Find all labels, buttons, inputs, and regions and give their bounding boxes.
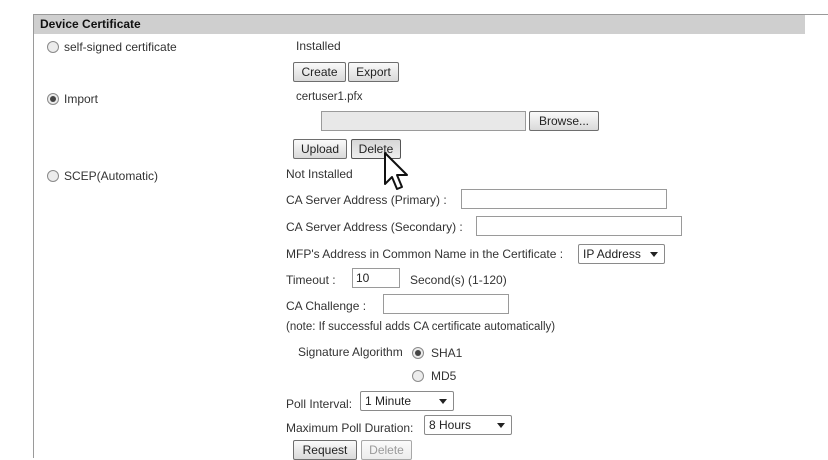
ca-challenge-input[interactable]: [383, 294, 509, 314]
request-button[interactable]: Request: [293, 440, 357, 460]
md5-radio[interactable]: [412, 370, 424, 382]
import-radio[interactable]: [47, 93, 59, 105]
poll-interval-label: Poll Interval:: [286, 397, 353, 411]
self-signed-label: self-signed certificate: [64, 40, 177, 54]
import-filename: certuser1.pfx: [296, 91, 363, 103]
max-poll-duration-select[interactable]: 8 Hours: [424, 415, 512, 435]
mouse-cursor-icon: [384, 152, 408, 190]
create-button[interactable]: Create: [293, 62, 346, 82]
upload-button[interactable]: Upload: [293, 139, 347, 159]
timeout-label: Timeout :: [286, 273, 336, 287]
import-label: Import: [64, 92, 99, 106]
mfp-address-select[interactable]: IP Address: [578, 244, 665, 264]
scep-label: SCEP(Automatic): [64, 169, 159, 183]
signature-algorithm-label: Signature Algorithm: [298, 345, 403, 359]
chevron-down-icon: [497, 423, 505, 428]
mfp-address-value: IP Address: [583, 247, 641, 261]
md5-label: MD5: [431, 369, 457, 383]
poll-interval-select[interactable]: 1 Minute: [360, 391, 454, 411]
section-title: Device Certificate: [34, 15, 805, 34]
self-signed-radio[interactable]: [47, 41, 59, 53]
browse-button[interactable]: Browse...: [529, 111, 599, 131]
ca-primary-input[interactable]: [461, 189, 667, 209]
scep-status: Not Installed: [286, 167, 353, 181]
sha1-radio[interactable]: [412, 347, 424, 359]
ca-secondary-label: CA Server Address (Secondary) :: [286, 220, 463, 234]
export-button[interactable]: Export: [348, 62, 399, 82]
note-text: (note: If successful adds CA certificate…: [286, 321, 556, 333]
chevron-down-icon: [439, 399, 447, 404]
timeout-unit: Second(s) (1-120): [410, 273, 507, 287]
poll-interval-value: 1 Minute: [365, 394, 412, 408]
chevron-down-icon: [650, 252, 658, 257]
ca-primary-label: CA Server Address (Primary) :: [286, 193, 447, 207]
sha1-label: SHA1: [431, 346, 463, 360]
mfp-address-label: MFP's Address in Common Name in the Cert…: [286, 247, 564, 261]
max-poll-duration-value: 8 Hours: [429, 418, 472, 432]
file-path-input[interactable]: [321, 111, 526, 131]
timeout-input[interactable]: 10: [352, 268, 400, 288]
max-poll-duration-label: Maximum Poll Duration:: [286, 421, 414, 435]
scep-delete-button[interactable]: Delete: [361, 440, 412, 460]
ca-secondary-input[interactable]: [476, 216, 682, 236]
ca-challenge-label: CA Challenge :: [286, 299, 367, 313]
scep-radio[interactable]: [47, 170, 59, 182]
self-signed-status: Installed: [296, 39, 341, 53]
